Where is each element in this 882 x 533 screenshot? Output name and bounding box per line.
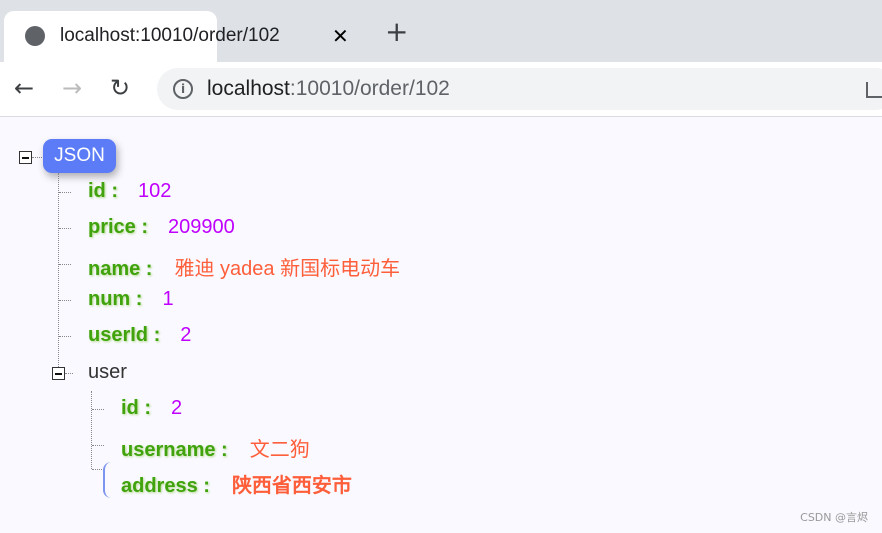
share-icon[interactable] [866,82,882,98]
connector [92,409,104,410]
user-node-label[interactable]: user [88,361,127,384]
forward-icon[interactable]: → [62,74,82,102]
address-bar[interactable]: i localhost:10010/order/102 [157,68,882,110]
back-icon[interactable]: ← [14,74,34,102]
tab-strip: localhost:10010/order/102 ✕ + [0,0,882,62]
connector [59,336,71,337]
connector [92,445,104,446]
browser-tab[interactable]: localhost:10010/order/102 [4,11,280,62]
field-userId: userId :2 [88,324,192,346]
connector [59,228,71,229]
connector [32,157,42,158]
connector [65,373,73,374]
user-field-id: id :2 [121,397,183,419]
info-icon[interactable]: i [173,79,193,99]
tree-line [91,391,92,469]
root-badge[interactable]: JSON [43,139,116,173]
connector [59,300,71,301]
connector [59,264,71,265]
user-field-address: address : 陕西省西安市 [121,475,352,497]
url-path: :10010/order/102 [289,77,450,100]
json-viewer: JSON id :102 price :209900 name : 雅迪 yade… [0,117,882,533]
collapse-user-icon[interactable] [52,367,65,380]
selection-bracket [103,462,113,498]
tab-title: localhost:10010/order/102 [60,25,280,46]
new-tab-icon[interactable]: + [385,18,408,46]
url-host: localhost [207,77,290,100]
field-num: num :1 [88,288,174,310]
globe-icon [25,26,45,46]
watermark: CSDN @言烬 [800,511,868,524]
toolbar: ← → ↻ i localhost:10010/order/102 [0,62,882,117]
tree-line [58,173,59,373]
close-tab-icon[interactable]: ✕ [332,24,349,48]
collapse-root-icon[interactable] [19,151,32,164]
field-name: name : 雅迪 yadea 新国标电动车 [88,258,401,280]
reload-icon[interactable]: ↻ [110,74,130,102]
user-field-username: username : 文二狗 [121,439,310,461]
field-id: id :102 [88,180,172,202]
field-price: price :209900 [88,216,235,238]
connector [59,192,71,193]
